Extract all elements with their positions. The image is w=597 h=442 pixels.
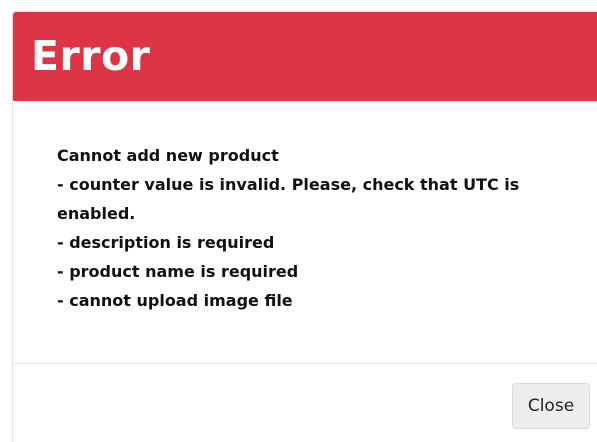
error-message-item: - counter value is invalid. Please, chec… bbox=[57, 175, 520, 223]
dialog-body: Cannot add new product - counter value i… bbox=[13, 101, 597, 363]
error-message-item: - product name is required bbox=[57, 262, 299, 281]
dialog-title: Error bbox=[31, 32, 151, 80]
dialog-footer: Close bbox=[13, 363, 597, 442]
error-dialog: Error Cannot add new product - counter v… bbox=[12, 11, 597, 442]
page: Error Cannot add new product - counter v… bbox=[0, 0, 597, 442]
error-message-item: - cannot upload image file bbox=[57, 291, 293, 310]
error-message-item: - description is required bbox=[57, 233, 275, 252]
dialog-header: Error bbox=[13, 12, 597, 101]
error-message-heading: Cannot add new product bbox=[57, 146, 279, 165]
close-button[interactable]: Close bbox=[512, 383, 590, 429]
